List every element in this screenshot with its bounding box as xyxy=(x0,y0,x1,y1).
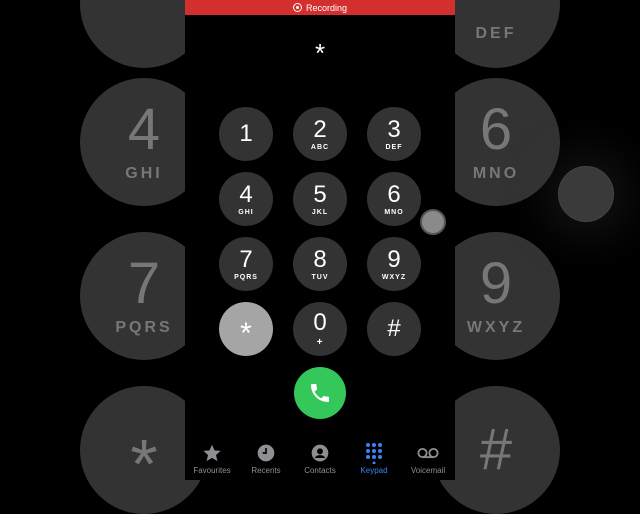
tab-keypad[interactable]: Keypad xyxy=(347,442,401,480)
bg-touch-indicator xyxy=(558,166,614,222)
key-star[interactable]: * xyxy=(219,302,273,356)
tab-voicemail[interactable]: Voicemail xyxy=(401,442,455,480)
key-hash[interactable]: # xyxy=(367,302,421,356)
tab-contacts[interactable]: Contacts xyxy=(293,442,347,480)
tab-recents[interactable]: Recents xyxy=(239,442,293,480)
star-icon xyxy=(201,442,223,464)
key-9[interactable]: 9 WXYZ xyxy=(367,237,421,291)
key-0[interactable]: 0 + xyxy=(293,302,347,356)
recording-banner: Recording xyxy=(185,0,455,15)
key-5[interactable]: 5 JKL xyxy=(293,172,347,226)
record-icon xyxy=(292,3,302,12)
dialed-number: * xyxy=(314,38,326,68)
key-4[interactable]: 4 GHI xyxy=(219,172,273,226)
voicemail-icon xyxy=(417,442,439,464)
tab-bar: Favourites Recents Contacts Keypad Voice… xyxy=(185,442,455,480)
phone-icon xyxy=(311,384,329,402)
tab-favourites[interactable]: Favourites xyxy=(185,442,239,480)
recording-label: Recording xyxy=(305,2,348,13)
key-2[interactable]: 2 ABC xyxy=(293,107,347,161)
key-8[interactable]: 8 TUV xyxy=(293,237,347,291)
phone-screen: Recording * 1 2 ABC 3 DEF 4 GHI 5 JKL 6 MNO 7… xyxy=(185,0,455,480)
key-7[interactable]: 7 PQRS xyxy=(219,237,273,291)
key-3[interactable]: 3 DEF xyxy=(367,107,421,161)
call-button[interactable] xyxy=(294,367,346,419)
clock-icon xyxy=(255,442,277,464)
key-1[interactable]: 1 xyxy=(219,107,273,161)
keypad-icon xyxy=(363,442,385,464)
person-icon xyxy=(309,442,331,464)
key-6[interactable]: 6 MNO xyxy=(367,172,421,226)
touch-indicator xyxy=(420,209,446,235)
